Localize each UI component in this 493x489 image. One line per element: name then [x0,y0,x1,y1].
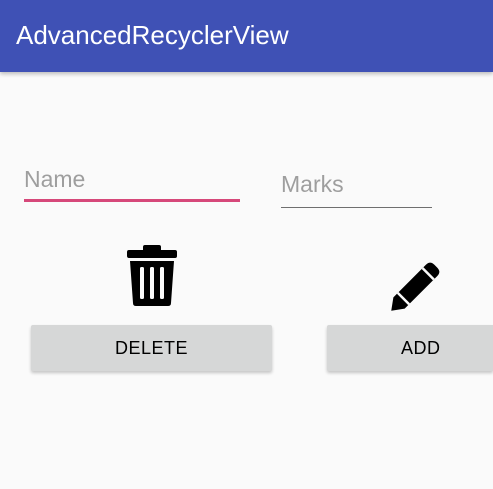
add-button[interactable]: ADD [327,325,493,371]
name-field [24,164,240,202]
app-screen: AdvancedRecyclerView DELETE ADD [0,0,493,489]
app-bar: AdvancedRecyclerView [0,0,493,72]
trash-icon [127,245,177,306]
app-title: AdvancedRecyclerView [16,20,289,50]
pencil-icon [391,262,440,311]
marks-field-underline [281,207,432,208]
name-input[interactable] [24,164,240,194]
marks-field [281,169,432,209]
delete-button[interactable]: DELETE [31,325,272,371]
name-field-underline [24,199,240,202]
marks-input[interactable] [281,169,432,199]
